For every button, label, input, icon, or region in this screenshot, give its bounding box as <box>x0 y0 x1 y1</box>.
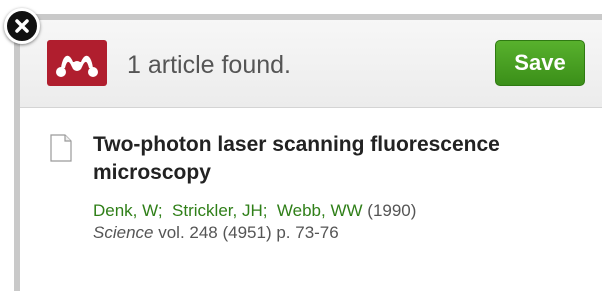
popup-overlay: 1 article found. Save Two-photon laser s… <box>0 0 602 291</box>
article-title[interactable]: Two-photon laser scanning fluorescence m… <box>93 131 533 187</box>
close-icon[interactable] <box>4 8 40 44</box>
publication-year: (1990) <box>367 201 417 220</box>
journal-citation: Science vol. 248 (4951) p. 73-76 <box>93 222 339 244</box>
author-2[interactable]: Strickler, JH <box>172 201 263 220</box>
document-icon <box>50 134 72 167</box>
article-authors: Denk, W; Strickler, JH; Webb, WW (1990) <box>93 200 416 222</box>
article-count-text: 1 article found. <box>127 51 291 79</box>
journal-name: Science <box>93 223 154 242</box>
author-separator: ; <box>262 201 277 220</box>
mendeley-logo-icon <box>47 40 107 86</box>
mendeley-import-panel: 1 article found. Save Two-photon laser s… <box>14 14 602 291</box>
author-separator: ; <box>157 201 173 220</box>
panel-header: 1 article found. Save <box>20 20 602 108</box>
author-1[interactable]: Denk, W <box>93 201 158 220</box>
save-button[interactable]: Save <box>495 40 585 86</box>
author-3[interactable]: Webb, WW <box>277 201 363 220</box>
journal-details: vol. 248 (4951) p. 73-76 <box>153 223 339 242</box>
